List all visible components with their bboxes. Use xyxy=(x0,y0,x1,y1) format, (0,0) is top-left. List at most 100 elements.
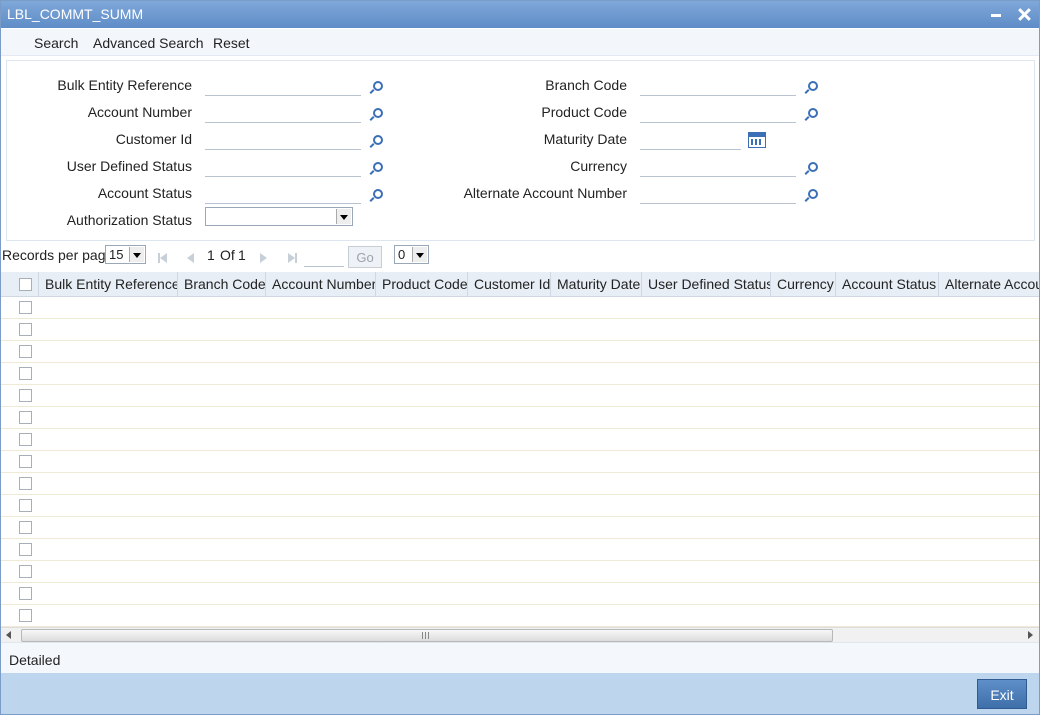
chevron-down-icon xyxy=(129,247,144,262)
alternate-account-number-input[interactable] xyxy=(640,183,796,204)
user-defined-status-label: User Defined Status xyxy=(66,158,192,174)
table-row[interactable] xyxy=(1,406,1039,429)
account-status-label: Account Status xyxy=(97,185,192,201)
search-menu-item[interactable]: Search xyxy=(34,35,78,51)
table-row[interactable] xyxy=(1,296,1039,319)
row-checkbox[interactable] xyxy=(19,301,32,314)
next-page-icon[interactable] xyxy=(257,252,269,264)
product-code-input[interactable] xyxy=(640,102,796,123)
row-checkbox[interactable] xyxy=(19,389,32,402)
column-header[interactable]: Alternate Account Number xyxy=(939,272,1039,296)
bulk-entity-reference-input[interactable] xyxy=(205,75,361,96)
pagination-bar: Records per page 15 1 Of 1 Go 0 xyxy=(1,244,1039,270)
minimize-icon[interactable] xyxy=(986,4,1006,24)
branch-code-search-icon[interactable] xyxy=(804,80,818,94)
user-defined-status-input[interactable] xyxy=(205,156,361,177)
menu-bar: Search Advanced Search Reset xyxy=(1,29,1039,56)
records-per-page-value: 15 xyxy=(109,247,124,262)
last-page-icon[interactable] xyxy=(285,252,297,264)
table-row[interactable] xyxy=(1,428,1039,451)
account-number-input[interactable] xyxy=(205,102,361,123)
table-row[interactable] xyxy=(1,340,1039,363)
close-icon[interactable] xyxy=(1014,4,1034,24)
currency-search-icon[interactable] xyxy=(804,161,818,175)
reset-menu-item[interactable]: Reset xyxy=(213,35,250,51)
table-row[interactable] xyxy=(1,318,1039,341)
row-checkbox[interactable] xyxy=(19,455,32,468)
table-row[interactable] xyxy=(1,516,1039,539)
first-page-icon[interactable] xyxy=(158,252,170,264)
alternate-account-number-label: Alternate Account Number xyxy=(463,185,627,201)
customer-id-input[interactable] xyxy=(205,129,361,150)
maturity-date-input[interactable] xyxy=(640,129,741,150)
page-number-input[interactable] xyxy=(304,250,344,267)
table-row[interactable] xyxy=(1,450,1039,473)
records-per-page-select[interactable]: 15 xyxy=(105,245,146,264)
row-checkbox[interactable] xyxy=(19,609,32,622)
row-checkbox[interactable] xyxy=(19,323,32,336)
previous-page-icon[interactable] xyxy=(185,252,197,264)
column-header[interactable]: Account Status xyxy=(836,272,939,296)
detailed-label[interactable]: Detailed xyxy=(9,652,60,668)
branch-code-input[interactable] xyxy=(640,75,796,96)
column-header[interactable]: Product Code xyxy=(376,272,468,296)
table-row[interactable] xyxy=(1,472,1039,495)
row-checkbox[interactable] xyxy=(19,477,32,490)
extra-select-value: 0 xyxy=(398,247,406,262)
go-button[interactable]: Go xyxy=(348,246,382,268)
row-checkbox[interactable] xyxy=(19,543,32,556)
row-checkbox[interactable] xyxy=(19,367,32,380)
row-checkbox[interactable] xyxy=(19,433,32,446)
advanced-search-menu-item[interactable]: Advanced Search xyxy=(93,35,204,51)
column-header[interactable]: Bulk Entity Reference xyxy=(39,272,178,296)
column-header[interactable]: Currency xyxy=(771,272,836,296)
page-total: 1 xyxy=(238,247,246,263)
account-number-label: Account Number xyxy=(87,104,192,120)
table-row[interactable] xyxy=(1,560,1039,583)
scrollbar-thumb[interactable] xyxy=(21,629,833,642)
product-code-search-icon[interactable] xyxy=(804,107,818,121)
select-all-checkbox[interactable] xyxy=(19,278,32,291)
footer-bar: Exit xyxy=(1,673,1039,714)
page-current: 1 xyxy=(207,247,215,263)
table-row[interactable] xyxy=(1,604,1039,627)
extra-select[interactable]: 0 xyxy=(394,245,429,264)
row-checkbox[interactable] xyxy=(19,565,32,578)
customer-id-label: Customer Id xyxy=(115,131,192,147)
row-checkbox[interactable] xyxy=(19,499,32,512)
calendar-icon[interactable] xyxy=(748,132,766,148)
column-header[interactable]: User Defined Status xyxy=(642,272,771,296)
table-row[interactable] xyxy=(1,582,1039,605)
horizontal-scrollbar[interactable] xyxy=(1,627,1039,642)
row-checkbox[interactable] xyxy=(19,345,32,358)
title-bar: LBL_COMMT_SUMM xyxy=(1,1,1039,28)
currency-label: Currency xyxy=(570,158,627,174)
grip-icon xyxy=(422,632,430,639)
table-row[interactable] xyxy=(1,494,1039,517)
page-of-label: Of xyxy=(220,247,235,263)
table-row[interactable] xyxy=(1,538,1039,561)
detailed-bar: Detailed xyxy=(1,642,1039,673)
column-header[interactable]: Customer Id xyxy=(468,272,551,296)
authorization-status-label: Authorization Status xyxy=(66,212,192,228)
row-checkbox[interactable] xyxy=(19,587,32,600)
table-row[interactable] xyxy=(1,384,1039,407)
product-code-label: Product Code xyxy=(541,104,627,120)
alternate-account-number-search-icon[interactable] xyxy=(804,188,818,202)
row-checkbox[interactable] xyxy=(19,521,32,534)
grid-header: Bulk Entity Reference Branch Code Account … xyxy=(1,272,1039,297)
column-header[interactable]: Maturity Date xyxy=(551,272,642,296)
account-status-input[interactable] xyxy=(205,183,361,204)
column-header[interactable]: Account Number xyxy=(266,272,376,296)
currency-input[interactable] xyxy=(640,156,796,177)
scroll-right-icon[interactable] xyxy=(1026,631,1034,639)
results-grid: Bulk Entity Reference Branch Code Account … xyxy=(1,272,1039,627)
column-header[interactable]: Branch Code xyxy=(178,272,266,296)
scroll-left-icon[interactable] xyxy=(5,631,13,639)
bulk-entity-reference-label: Bulk Entity Reference xyxy=(57,77,192,93)
authorization-status-select[interactable] xyxy=(205,207,353,226)
exit-button[interactable]: Exit xyxy=(977,679,1027,709)
chevron-down-icon xyxy=(412,247,427,262)
row-checkbox[interactable] xyxy=(19,411,32,424)
table-row[interactable] xyxy=(1,362,1039,385)
